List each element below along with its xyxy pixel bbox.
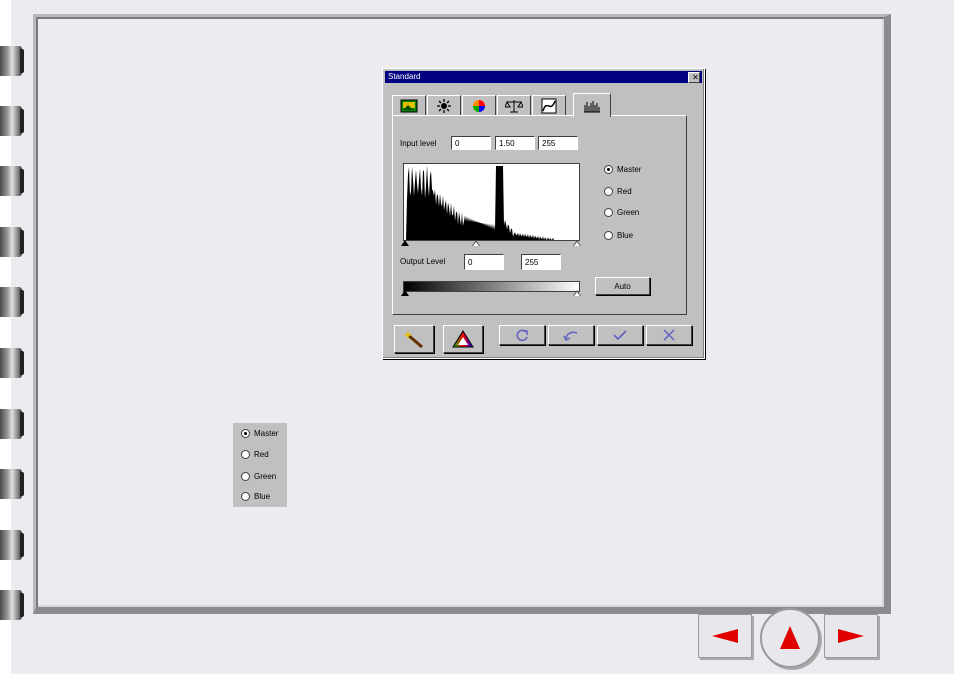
tab-color[interactable]: [462, 95, 496, 116]
box-radio-blue[interactable]: Blue: [241, 492, 270, 501]
radio-dot: [241, 492, 250, 501]
binder-ring: [0, 530, 24, 560]
output-black-field[interactable]: 0: [464, 254, 504, 270]
box-radio-green[interactable]: Green: [241, 472, 276, 481]
radio-dot: [604, 165, 613, 174]
radio-label: Blue: [617, 231, 634, 240]
curve-icon: [541, 98, 557, 114]
output-black-slider[interactable]: [401, 290, 409, 296]
binder-ring: [0, 590, 24, 620]
undo-button[interactable]: [548, 325, 594, 345]
input-black-field[interactable]: 0: [451, 136, 491, 150]
cancel-x-icon: [663, 329, 675, 341]
radio-label: Green: [254, 472, 277, 481]
close-button[interactable]: ✕: [688, 72, 700, 83]
radio-dot: [604, 208, 613, 217]
binder-ring: [0, 409, 24, 439]
color-triangle-icon: [452, 330, 474, 348]
radio-label: Green: [617, 208, 640, 217]
binder-ring: [0, 166, 24, 196]
reset-icon: [516, 329, 528, 342]
binder-ring: [0, 227, 24, 257]
dialog-title: Standard: [388, 72, 421, 81]
undo-icon: [563, 331, 578, 342]
home-icon: [780, 626, 800, 649]
radio-red[interactable]: Red: [604, 187, 632, 196]
histogram-graph: [404, 165, 554, 240]
histogram-icon: [584, 100, 600, 112]
next-page-button[interactable]: [824, 614, 878, 658]
tab-balance[interactable]: [497, 95, 531, 116]
brightness-icon: [437, 99, 451, 113]
color-triangle-button[interactable]: [443, 325, 483, 353]
radio-dot: [241, 429, 250, 438]
binder-ring: [0, 46, 24, 76]
binder-ring: [0, 469, 24, 499]
binder-ring: [0, 106, 24, 136]
close-icon: ✕: [692, 73, 699, 82]
output-white-field[interactable]: 255: [521, 254, 561, 270]
output-white-slider[interactable]: [573, 290, 581, 296]
radio-dot: [241, 450, 250, 459]
home-button[interactable]: [760, 608, 820, 668]
radio-master[interactable]: Master: [604, 165, 641, 174]
tab-histogram[interactable]: [573, 93, 611, 117]
balance-icon: [505, 100, 523, 113]
radio-dot: [241, 472, 250, 481]
input-gamma-field[interactable]: 1.50: [495, 136, 535, 150]
box-radio-master[interactable]: Master: [241, 429, 278, 438]
magic-wand-button[interactable]: [394, 325, 434, 353]
radio-label: Red: [254, 450, 269, 459]
binder-ring: [0, 287, 24, 317]
input-gamma-slider[interactable]: [472, 240, 480, 246]
binder-rings: [0, 0, 24, 674]
next-page-icon: [838, 629, 864, 643]
radio-dot: [604, 187, 613, 196]
output-level-label: Output Level: [400, 257, 446, 266]
tab-curve[interactable]: [532, 95, 566, 116]
radio-label: Red: [617, 187, 632, 196]
input-white-field[interactable]: 255: [538, 136, 578, 150]
histogram-display: [403, 163, 580, 241]
radio-blue[interactable]: Blue: [604, 231, 633, 240]
image-icon: [400, 99, 418, 113]
dialog-titlebar: Standard ✕: [385, 71, 702, 83]
standard-dialog: Standard ✕ Input level 0 1.50 255 Output…: [382, 68, 705, 359]
radio-label: Master: [254, 429, 279, 438]
radio-dot: [604, 231, 613, 240]
input-black-slider[interactable]: [401, 240, 409, 246]
previous-page-icon: [712, 629, 738, 643]
radio-label: Blue: [254, 492, 271, 501]
tab-brightness[interactable]: [427, 95, 461, 116]
input-white-slider[interactable]: [573, 240, 581, 246]
tab-image[interactable]: [392, 95, 426, 116]
box-radio-red[interactable]: Red: [241, 450, 269, 459]
auto-button[interactable]: Auto: [595, 277, 650, 295]
magic-wand-icon: [403, 330, 423, 349]
input-level-label: Input level: [400, 139, 437, 148]
reset-button[interactable]: [499, 325, 545, 345]
radio-label: Master: [617, 165, 642, 174]
ok-check-icon: [613, 330, 627, 341]
channel-selection-box: Master Red Green Blue: [233, 423, 287, 507]
ok-button[interactable]: [597, 325, 643, 345]
binder-ring: [0, 348, 24, 378]
cancel-button[interactable]: [646, 325, 692, 345]
previous-page-button[interactable]: [698, 614, 752, 658]
color-wheel-icon: [473, 100, 485, 112]
output-gradient-bar: [403, 281, 580, 292]
radio-green[interactable]: Green: [604, 208, 639, 217]
